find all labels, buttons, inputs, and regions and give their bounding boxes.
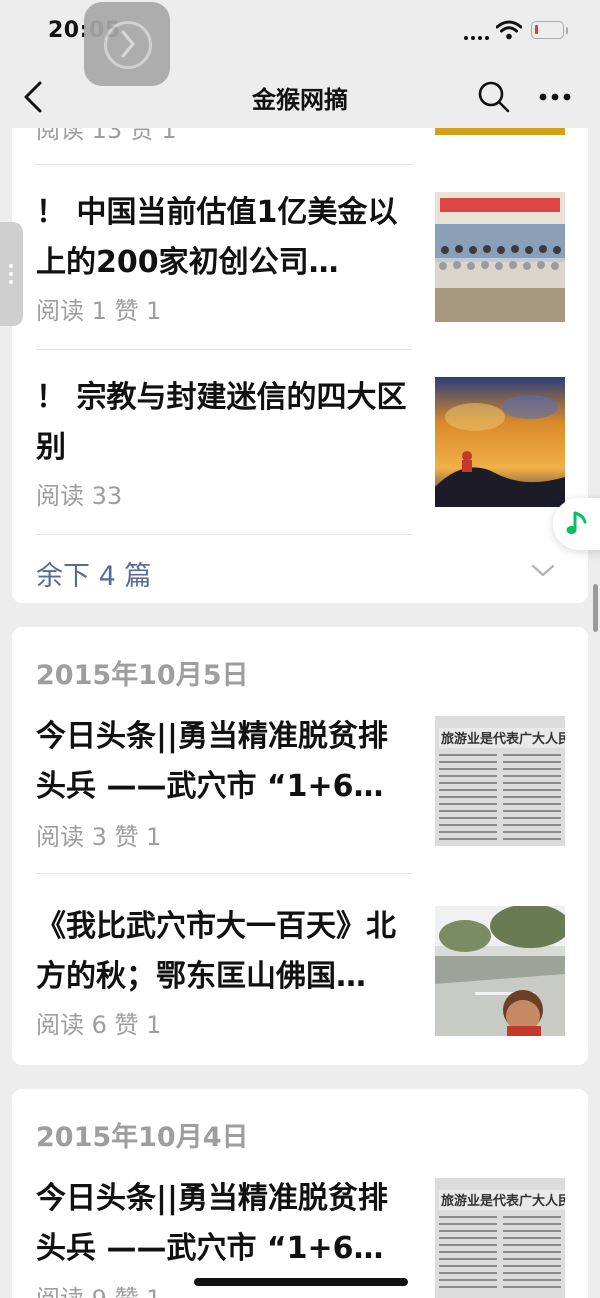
svg-text:旅游业是代表广大人民: 旅游业是代表广大人民 — [441, 1193, 565, 1209]
article-thumbnail — [435, 377, 565, 507]
divider — [36, 164, 412, 165]
more-articles-link[interactable]: 余下 4 篇 — [36, 554, 151, 593]
music-note-icon — [566, 511, 587, 534]
drag-dots-icon — [9, 264, 13, 284]
chevron-down-icon[interactable] — [531, 564, 555, 578]
more-icon[interactable] — [538, 90, 572, 104]
article-title[interactable]: 今日头条||勇当精准脱贫排头兵 ——武穴市 “1+6… — [36, 712, 416, 812]
more-articles-row[interactable]: 余下 4 篇 — [12, 554, 588, 594]
battery-nub — [566, 27, 568, 34]
side-drawer-handle[interactable] — [0, 222, 23, 326]
group-date: 2015年10月5日 — [36, 660, 249, 691]
search-icon[interactable] — [477, 80, 511, 114]
article-meta: 阅读 3 赞 1 — [36, 823, 162, 851]
article-thumbnail: 旅游业是代表广大人民 — [435, 1178, 565, 1298]
article-group-card: 阅读 13 赞 1 ！ 中国当前估值1亿美金以上的200家初创公司… 阅读 1 … — [12, 60, 588, 603]
floating-assistive-button[interactable] — [84, 2, 170, 86]
divider — [36, 534, 412, 535]
group-date: 2015年10月4日 — [36, 1122, 249, 1153]
svg-text:旅游业是代表广大人民: 旅游业是代表广大人民 — [441, 731, 565, 747]
article-feed[interactable]: 阅读 13 赞 1 ！ 中国当前估值1亿美金以上的200家初创公司… 阅读 1 … — [0, 0, 600, 1298]
cellular-signal-icon — [464, 34, 490, 40]
scrollbar[interactable] — [593, 584, 598, 632]
article-thumbnail — [435, 192, 565, 322]
article-group-card: 2015年10月5日 今日头条||勇当精准脱贫排头兵 ——武穴市 “1+6… 阅… — [12, 627, 588, 1065]
article-thumbnail — [435, 906, 565, 1036]
article-title[interactable]: 《我比武穴市大一百天》北方的秋；鄂东匡山佛国… — [36, 902, 416, 1002]
article-meta: 阅读 9 赞 1 — [36, 1279, 161, 1298]
article-thumbnail: 旅游业是代表广大人民 — [435, 716, 565, 846]
music-player-button[interactable] — [553, 498, 600, 550]
article-meta: 阅读 33 — [36, 482, 123, 510]
article-title[interactable]: ！ 中国当前估值1亿美金以上的200家初创公司… — [36, 188, 416, 288]
chevron-right-icon — [121, 30, 135, 58]
article-meta: 阅读 6 赞 1 — [36, 1011, 162, 1039]
home-indicator[interactable] — [194, 1278, 408, 1286]
wifi-icon — [496, 20, 522, 40]
article-title[interactable]: ！ 宗教与封建迷信的四大区别 — [36, 373, 416, 473]
article-title[interactable]: 今日头条||勇当精准脱贫排头兵 ——武穴市 “1+6… — [36, 1174, 416, 1274]
battery-icon — [531, 21, 564, 39]
article-meta: 阅读 1 赞 1 — [36, 297, 162, 325]
article-group-card: 2015年10月4日 今日头条||勇当精准脱贫排头兵 ——武穴市 “1+6… 阅… — [12, 1089, 588, 1298]
divider — [36, 873, 412, 874]
divider — [36, 349, 412, 350]
